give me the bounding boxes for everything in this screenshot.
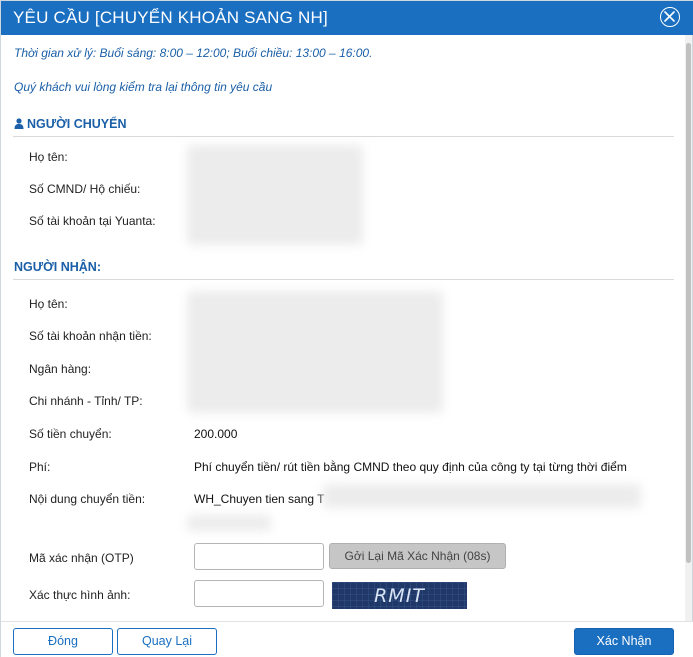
- fee-value: Phí chuyển tiền/ rút tiền bằng CMND theo…: [194, 460, 627, 474]
- captcha-label: Xác thực hình ảnh:: [29, 588, 131, 602]
- back-button[interactable]: Quay Lại: [117, 628, 217, 655]
- transfer-content-redacted-2: [187, 515, 271, 531]
- user-icon: [14, 118, 24, 129]
- captcha-input[interactable]: [194, 580, 324, 607]
- scrollbar-thumb[interactable]: [686, 43, 691, 563]
- dialog-body: Thời gian xử lý: Buổi sáng: 8:00 – 12:00…: [1, 35, 687, 621]
- amount-value: 200.000: [194, 427, 238, 441]
- amount-label: Số tiền chuyển:: [29, 427, 112, 441]
- recipient-branch-label: Chi nhánh - Tỉnh/ TP:: [29, 394, 143, 408]
- sender-section-heading: NGƯỜI CHUYỂN: [14, 117, 127, 131]
- sender-heading-text: NGƯỜI CHUYỂN: [27, 117, 127, 131]
- transfer-content-value: WH_Chuyen tien sang T: [194, 492, 325, 506]
- sender-account-label: Số tài khoản tại Yuanta:: [29, 214, 156, 228]
- otp-label: Mã xác nhận (OTP): [29, 551, 134, 565]
- dialog-footer: Đóng Quay Lại Xác Nhận: [1, 621, 693, 657]
- recipient-divider: [13, 279, 674, 280]
- sender-name-label: Họ tên:: [29, 150, 68, 164]
- resend-otp-button[interactable]: Gởi Lại Mã Xác Nhận (08s): [329, 543, 506, 569]
- verify-prompt-note: Quý khách vui lòng kiểm tra lại thông ti…: [14, 80, 273, 94]
- confirm-button[interactable]: Xác Nhận: [574, 628, 674, 655]
- captcha-image: RMIT: [332, 582, 467, 609]
- processing-time-note: Thời gian xử lý: Buổi sáng: 8:00 – 12:00…: [14, 46, 373, 60]
- close-icon[interactable]: [660, 7, 680, 27]
- vertical-scrollbar[interactable]: [685, 35, 692, 621]
- fee-label: Phí:: [29, 460, 51, 474]
- dialog-titlebar: YÊU CẦU [CHUYỂN KHOẢN SANG NH]: [1, 1, 693, 35]
- recipient-name-label: Họ tên:: [29, 297, 68, 311]
- sender-id-label: Số CMND/ Hộ chiếu:: [29, 182, 141, 196]
- sender-divider: [13, 136, 674, 137]
- otp-input[interactable]: [194, 543, 324, 570]
- captcha-text: RMIT: [374, 585, 425, 607]
- dialog-title: YÊU CẦU [CHUYỂN KHOẢN SANG NH]: [13, 8, 328, 27]
- recipient-section-heading: NGƯỜI NHẬN:: [14, 260, 101, 274]
- recipient-redacted-values: [187, 291, 443, 413]
- recipient-bank-label: Ngân hàng:: [29, 362, 92, 376]
- transfer-request-dialog: YÊU CẦU [CHUYỂN KHOẢN SANG NH] Thời gian…: [0, 0, 693, 657]
- sender-redacted-values: [187, 145, 363, 245]
- close-button[interactable]: Đóng: [13, 628, 113, 655]
- transfer-content-label: Nội dung chuyển tiền:: [29, 492, 146, 506]
- recipient-account-label: Số tài khoản nhận tiền:: [29, 329, 152, 343]
- transfer-content-redacted: [323, 484, 641, 508]
